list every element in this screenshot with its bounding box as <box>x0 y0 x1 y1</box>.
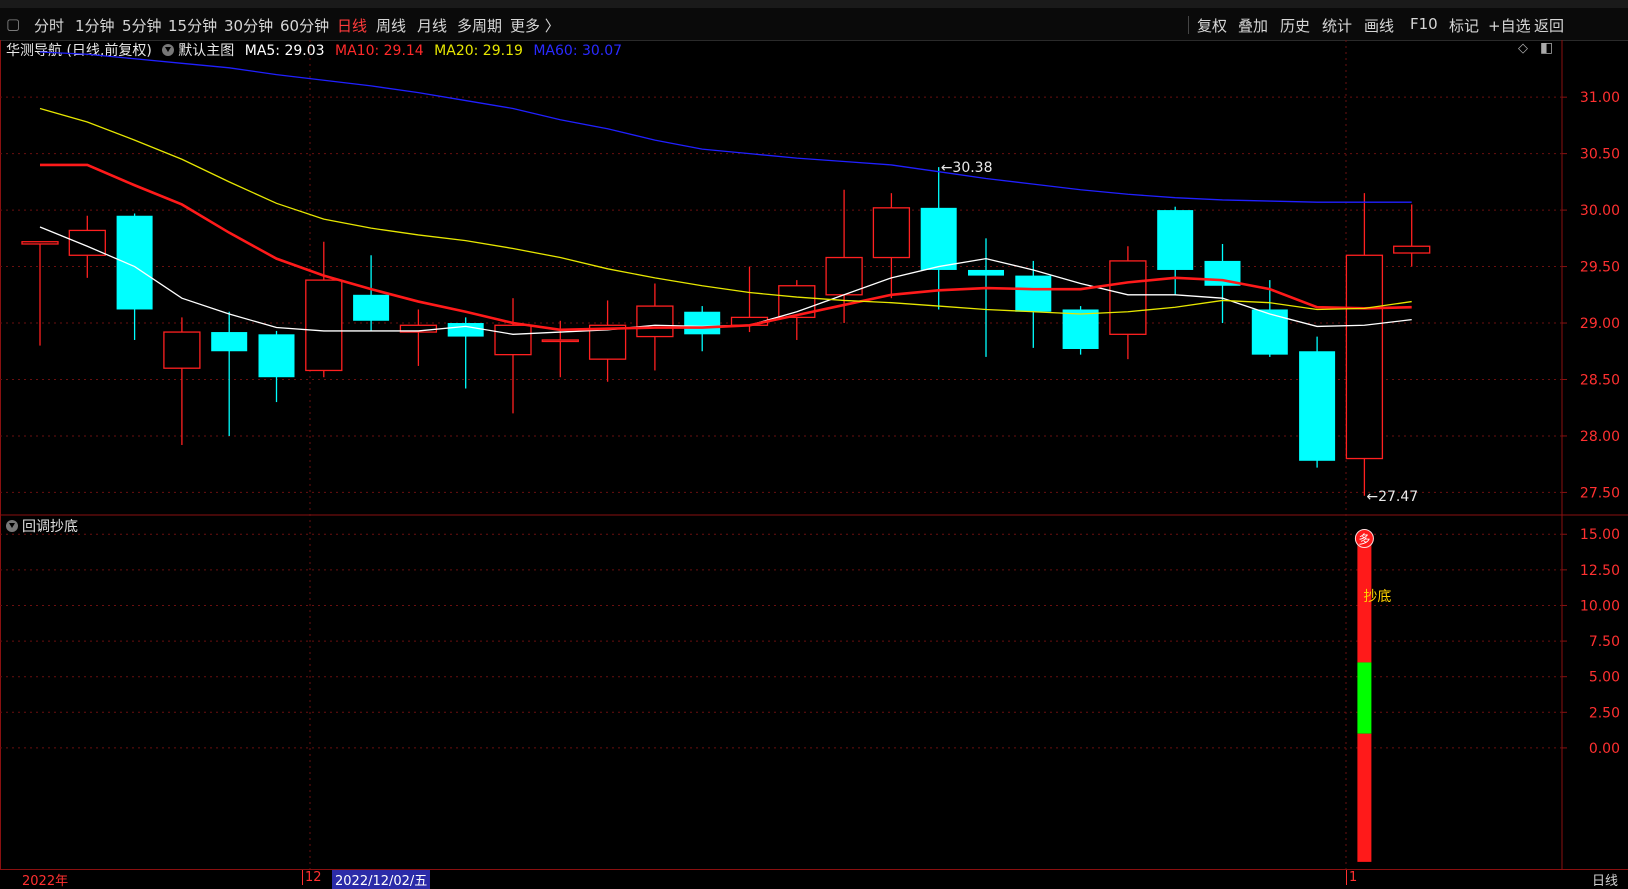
main-tick-label: 28.00 <box>1580 429 1620 445</box>
candle-body-up <box>21 241 59 245</box>
signal-bar-segment <box>1357 733 1372 862</box>
candle-body-up <box>541 339 579 343</box>
kline-chart: ←30.38 ←27.47 多抄底 31.00 30.50 30.00 29.50 29.… <box>0 40 1628 869</box>
candle-body-up <box>163 331 201 369</box>
main-tick-label: 29.50 <box>1580 260 1620 276</box>
candle-body-down <box>920 207 957 270</box>
candle-body-down <box>1015 275 1052 312</box>
candle-body-up <box>305 279 343 372</box>
candle-body-down <box>116 215 153 310</box>
candle-body-up <box>872 207 911 259</box>
candle-body-up <box>1345 254 1384 460</box>
period-label: 日线 <box>1591 874 1618 889</box>
year-label: 2022年 <box>22 874 69 889</box>
main-tick-label: 27.50 <box>1580 485 1620 501</box>
main-tick-label: 31.00 <box>1580 90 1620 106</box>
candle-body-down <box>211 332 248 352</box>
candle-body-down <box>447 323 484 337</box>
candle-body-up <box>825 256 863 296</box>
crosshair-date: 2022/12/02/五 <box>332 870 431 889</box>
candle-body-up <box>636 305 674 338</box>
main-tick-label: 28.50 <box>1580 372 1620 388</box>
main-tick-label: 30.00 <box>1580 203 1620 219</box>
candle-body-down <box>684 311 721 335</box>
month-label-jan: 1 <box>1346 870 1357 885</box>
candle-body-up <box>1109 260 1147 335</box>
sub-tick-label: 15.00 <box>1580 527 1620 543</box>
sub-tick-label: 0.00 <box>1589 741 1620 757</box>
candle-body-down <box>1157 210 1194 270</box>
signal-badge-text: 多 <box>1358 533 1370 547</box>
ma-line-ma60 <box>39 51 1412 203</box>
month-label: 12 <box>302 870 322 885</box>
price-annotation: ←30.38 <box>941 160 993 176</box>
sub-tick-label: 7.50 <box>1589 634 1620 650</box>
sub-tick-label: 12.50 <box>1580 563 1620 579</box>
candle-body-down <box>1062 309 1099 349</box>
sub-tick-label: 10.00 <box>1580 598 1620 614</box>
date-axis: 2022年 12 1 <box>0 869 1628 889</box>
signal-text: 抄底 <box>1363 589 1391 605</box>
candle-body-up <box>1393 245 1431 254</box>
candle-body-down <box>1299 351 1336 461</box>
candle-body-down <box>1251 309 1288 355</box>
sub-tick-label: 2.50 <box>1589 705 1620 721</box>
candle-body-down <box>353 294 390 321</box>
candle-body-up <box>494 324 532 356</box>
main-tick-label: 29.00 <box>1580 316 1620 332</box>
main-tick-label: 30.50 <box>1580 147 1620 163</box>
signal-bar-segment <box>1357 662 1372 734</box>
candle-body-down <box>968 269 1004 276</box>
candle-body-down <box>258 334 295 378</box>
price-annotation: ←27.47 <box>1366 489 1418 505</box>
sub-tick-label: 5.00 <box>1589 670 1620 686</box>
